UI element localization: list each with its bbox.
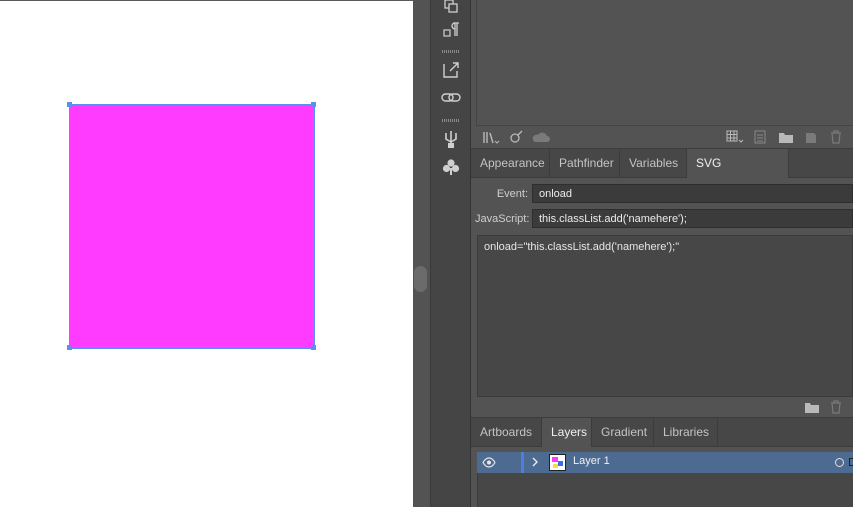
libraries-toolbar: [471, 126, 853, 148]
tab-libraries[interactable]: Libraries: [654, 418, 718, 447]
tab-appearance[interactable]: Appearance: [471, 149, 550, 178]
new-icon[interactable]: [805, 130, 817, 144]
paragraph-icon[interactable]: [440, 20, 462, 40]
tab-variables[interactable]: Variables: [620, 149, 687, 178]
javascript-label: JavaScript:: [475, 213, 530, 225]
event-code-list[interactable]: onload="this.classList.add('namehere');": [477, 235, 853, 397]
event-select[interactable]: onload: [532, 184, 853, 203]
panel-splitter[interactable]: [413, 0, 431, 507]
eye-icon[interactable]: [482, 457, 496, 468]
selected-rectangle[interactable]: [69, 104, 315, 349]
delete-event-icon[interactable]: [830, 400, 842, 414]
tab-svg-interactivity[interactable]: SVG Interactivity: [687, 149, 789, 199]
layer-name: Layer 1: [573, 455, 610, 467]
tab-layers[interactable]: Layers: [542, 418, 592, 447]
selection-handle-bottom-right[interactable]: [311, 345, 316, 350]
upper-panel-content: [476, 0, 853, 126]
tab-gradient[interactable]: Gradient: [592, 418, 654, 447]
group-divider: [442, 50, 460, 53]
upper-tab-bar: Appearance Pathfinder Variables SVG Inte…: [471, 148, 853, 199]
folder-icon[interactable]: [778, 130, 794, 144]
layer-color-bar: [521, 452, 524, 473]
panel-icon-strip: [431, 0, 471, 507]
list-icon[interactable]: [754, 130, 766, 144]
layers-list-area: [477, 473, 853, 507]
group-divider: [442, 119, 460, 122]
selection-indicator[interactable]: [849, 458, 853, 466]
symbols-icon[interactable]: [440, 157, 462, 177]
scatter-brush-icon[interactable]: [509, 130, 523, 144]
import-folder-icon[interactable]: [804, 400, 820, 414]
puppet-warp-icon[interactable]: [440, 129, 462, 149]
libraries-icon[interactable]: [482, 130, 500, 144]
javascript-input[interactable]: this.classList.add('namehere');: [532, 209, 853, 228]
tab-artboards[interactable]: Artboards: [471, 418, 542, 447]
cloud-icon[interactable]: [531, 130, 551, 144]
splitter-grip[interactable]: [414, 266, 427, 292]
panels-dock: Appearance Pathfinder Variables SVG Inte…: [471, 0, 853, 507]
lower-tab-bar: Artboards Layers Gradient Libraries: [471, 417, 853, 447]
event-label: Event:: [496, 188, 528, 200]
trash-icon[interactable]: [830, 130, 842, 144]
arrange-icon[interactable]: [440, 0, 462, 16]
selection-handle-top-right[interactable]: [311, 102, 316, 107]
target-circle-icon[interactable]: [835, 458, 844, 467]
selection-handle-top-left[interactable]: [67, 102, 72, 107]
selection-handle-bottom-left[interactable]: [67, 345, 72, 350]
event-code-text: onload="this.classList.add('namehere');": [484, 241, 680, 253]
chevron-right-icon[interactable]: [530, 455, 540, 469]
export-icon[interactable]: [440, 60, 462, 80]
tab-pathfinder[interactable]: Pathfinder: [550, 149, 620, 178]
layer-row[interactable]: Layer 1: [477, 452, 853, 473]
grid-icon[interactable]: [726, 130, 744, 144]
artboard-canvas[interactable]: [0, 0, 413, 507]
link-icon[interactable]: [440, 88, 462, 108]
layer-thumbnail: [549, 454, 566, 471]
